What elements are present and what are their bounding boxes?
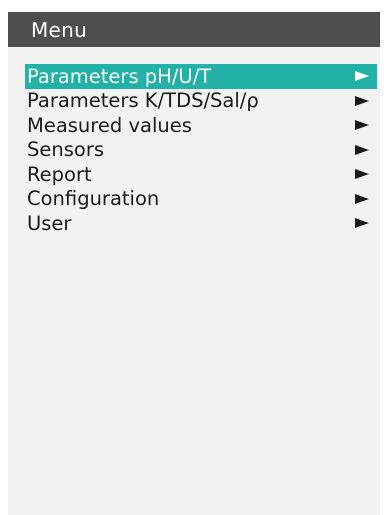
arrow-right-icon <box>355 120 369 131</box>
menu-item-sensors[interactable]: Sensors <box>25 138 377 163</box>
menu-item-label: User <box>27 211 72 235</box>
menu-item-label: Parameters pH/U/T <box>27 64 212 88</box>
menu-item-label: Sensors <box>27 138 105 162</box>
arrow-right-icon <box>355 218 369 229</box>
page-title: Menu <box>31 17 88 42</box>
menu-item-user[interactable]: User <box>25 211 377 236</box>
menu-item-configuration[interactable]: Configuration <box>25 187 377 212</box>
device-screen: Menu Parameters pH/U/T Parameters K/TDS/… <box>8 12 380 515</box>
title-bar: Menu <box>8 12 380 47</box>
menu-item-label: Parameters K/TDS/Sal/ρ <box>27 89 259 113</box>
arrow-right-icon <box>355 71 369 82</box>
menu-item-parameters-k[interactable]: Parameters K/TDS/Sal/ρ <box>25 89 377 114</box>
menu-item-parameters-ph[interactable]: Parameters pH/U/T <box>25 64 377 89</box>
arrow-right-icon <box>355 169 369 180</box>
arrow-right-icon <box>355 193 369 204</box>
menu-item-report[interactable]: Report <box>25 162 377 187</box>
menu-list: Parameters pH/U/T Parameters K/TDS/Sal/ρ… <box>25 64 377 236</box>
arrow-right-icon <box>355 144 369 155</box>
menu-item-label: Configuration <box>27 187 160 211</box>
menu-item-label: Measured values <box>27 113 192 137</box>
menu-item-label: Report <box>27 162 92 186</box>
arrow-right-icon <box>355 95 369 106</box>
menu-item-measured-values[interactable]: Measured values <box>25 113 377 138</box>
